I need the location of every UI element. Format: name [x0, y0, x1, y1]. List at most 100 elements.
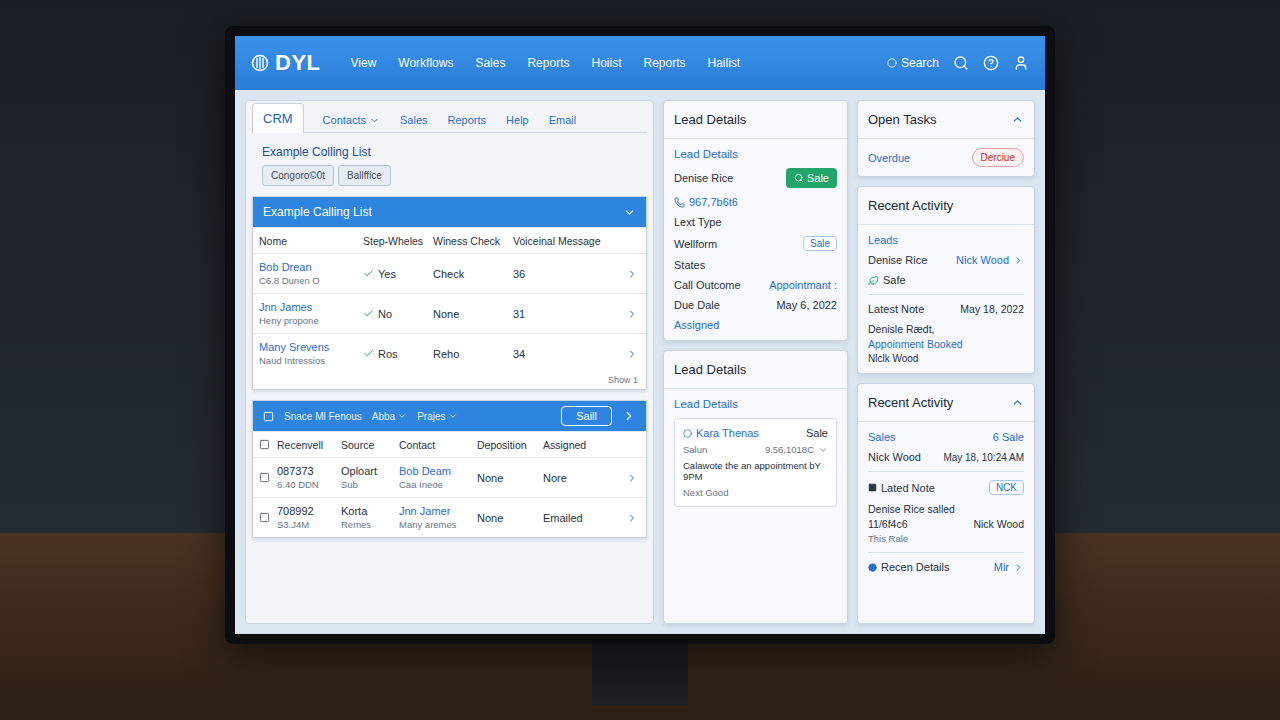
calling-list-table: Example Calling List NomeStep-WhelesWines… [252, 196, 647, 390]
filter-dropdown[interactable]: Abba [372, 411, 407, 422]
middle-column: Lead DetailsLead DetailsDenise RiceSale9… [663, 100, 848, 624]
logo-icon [251, 54, 269, 72]
column-header[interactable]: Source [341, 439, 399, 451]
column-header[interactable]: Voiceinal Message [513, 235, 626, 247]
status-icon [683, 429, 692, 438]
nav-item[interactable]: View [351, 56, 377, 70]
chevron-up-icon[interactable] [1011, 113, 1024, 126]
recent-activity-card: Recent ActivityLeadsDenise RiceNick Wood… [857, 186, 1035, 374]
lead-details-card: Lead DetailsLead DetailsKara ThenasSaleS… [663, 350, 848, 624]
field-value[interactable]: Appointmant : [769, 279, 837, 291]
chevron-down-icon [397, 411, 407, 421]
field-row: Call OutcomeAppointmant : [674, 279, 837, 291]
search-link[interactable]: Search [887, 56, 939, 70]
circle-icon [887, 58, 897, 68]
table-footer[interactable]: Show 1 [253, 373, 646, 389]
phone-icon [674, 197, 685, 208]
section-link[interactable]: Sales [868, 431, 896, 443]
status-badge[interactable]: Derciue [972, 148, 1024, 167]
lead-table: Snace Ml FenousAbbaPrajesSaillRecenvellS… [252, 400, 647, 538]
table-row[interactable]: Many SrevensNaud IntressiosRosReho34 [253, 333, 646, 373]
card-title: Open Tasks [858, 101, 1034, 139]
column-header[interactable]: Contact [399, 439, 477, 451]
column-header[interactable]: Recenvell [277, 439, 341, 451]
table-row[interactable]: 708992S3.J4MKortaRemesJnn JamerMany arem… [253, 497, 646, 537]
nav-item[interactable]: Workflows [398, 56, 453, 70]
column-header[interactable]: Nome [259, 235, 363, 247]
activity-row[interactable]: Denise RiceNick Wood [868, 254, 1024, 266]
chevron-right-icon[interactable] [622, 409, 636, 423]
sub-tab[interactable]: Reports [447, 106, 488, 133]
logo[interactable]: DYL [251, 50, 321, 76]
right-column: Open Tasks Overdue Derciue Recent Activity L… [857, 100, 1035, 624]
checkbox-icon[interactable] [259, 472, 270, 483]
sub-tab[interactable]: Help [505, 106, 530, 133]
section-link[interactable]: Leads [868, 234, 1024, 246]
count-link[interactable]: 6 Sale [993, 431, 1024, 443]
table-row[interactable]: Bob DreanC6.8 Dunen OYesCheck36 [253, 253, 646, 293]
leaf-icon [868, 275, 879, 286]
sub-tab[interactable]: Sales [399, 106, 429, 133]
screen: DYL View Workflows Sales Reports Hoiist Report… [235, 36, 1045, 634]
button-row: Congoro©0tBallffice [252, 165, 647, 186]
overdue-link[interactable]: Overdue [868, 152, 910, 164]
chevron-down-icon[interactable] [623, 206, 636, 219]
column-header[interactable]: Winess Check [433, 235, 513, 247]
section-link[interactable]: Lead Details [674, 148, 837, 160]
check-icon [363, 308, 374, 319]
column-header[interactable]: Step-Wheles [363, 235, 433, 247]
check-icon [363, 268, 374, 279]
phone-row[interactable]: 967,7b6t6 [674, 196, 837, 208]
activity-row[interactable]: Nick WoodMay 18, 10:24 AM [868, 451, 1024, 463]
sub-tab[interactable]: CRM [252, 103, 304, 133]
filter-dropdown[interactable]: Prajes [417, 411, 457, 422]
small-button[interactable]: Ballffice [338, 165, 391, 186]
sub-tab[interactable]: Email [548, 106, 578, 133]
checkbox-icon[interactable] [259, 512, 270, 523]
note: Denisle Rædt,Appoinment BookedNlclk Wood [868, 323, 1024, 364]
status-badge[interactable]: Sale [803, 236, 837, 251]
author-badge[interactable]: NCK [989, 480, 1024, 495]
table-row[interactable]: Jnn JamesHeny proponeNoNone31 [253, 293, 646, 333]
top-actions: Search [887, 55, 1029, 71]
details-row[interactable]: Recen DetailsMir [868, 561, 1024, 573]
sub-tab[interactable]: Contacts [322, 106, 381, 133]
note-header: Lated NoteNCK [868, 480, 1024, 495]
column-header[interactable]: Deposition [477, 439, 543, 451]
chevron-up-icon[interactable] [1011, 396, 1024, 409]
nav-item[interactable]: Reports [644, 56, 686, 70]
chevron-right-icon[interactable] [626, 348, 638, 360]
column-header-row: RecenvellSourceContactDepositionAssigned [253, 431, 646, 457]
nav-item[interactable]: Sales [475, 56, 505, 70]
chevron-right-icon [1013, 562, 1024, 573]
table-row[interactable]: 0873736.40 DDNOploartSubBob DeamCaa Ineo… [253, 457, 646, 497]
scene: DYL View Workflows Sales Reports Hoiist Report… [0, 0, 1280, 720]
help-icon[interactable] [983, 55, 999, 71]
nav-item[interactable]: Hailist [708, 56, 741, 70]
chevron-down-icon [448, 411, 458, 421]
sale-button[interactable]: Sale [786, 168, 837, 188]
chevron-right-icon[interactable] [626, 512, 638, 524]
header-button[interactable]: Saill [561, 406, 612, 426]
table-header-bar: Example Calling List [253, 197, 646, 227]
column-header[interactable]: Assigned [543, 439, 626, 451]
checkbox-icon[interactable] [259, 439, 270, 450]
main-nav: View Workflows Sales Reports Hoiist Reports Ha… [351, 56, 741, 70]
section-link[interactable]: Lead Details [674, 398, 837, 410]
chevron-down-icon[interactable] [818, 445, 828, 455]
checkbox-icon[interactable] [263, 411, 274, 422]
field-row: States [674, 259, 837, 271]
user-icon[interactable] [1013, 55, 1029, 71]
small-button[interactable]: Congoro©0t [262, 165, 334, 186]
chevron-right-icon[interactable] [626, 308, 638, 320]
check-icon [363, 348, 374, 359]
nav-item[interactable]: Hoiist [591, 56, 621, 70]
monitor-stand [592, 644, 688, 706]
nav-item[interactable]: Reports [527, 56, 569, 70]
card-title: Recent Activity [858, 384, 1034, 422]
chevron-right-icon[interactable] [626, 268, 638, 280]
search-icon[interactable] [953, 55, 969, 71]
chevron-right-icon[interactable] [626, 472, 638, 484]
lead-item[interactable]: Kara ThenasSaleSalun9.56,1018CCalawote t… [674, 418, 837, 507]
list-title: Example Colling List [252, 133, 647, 165]
